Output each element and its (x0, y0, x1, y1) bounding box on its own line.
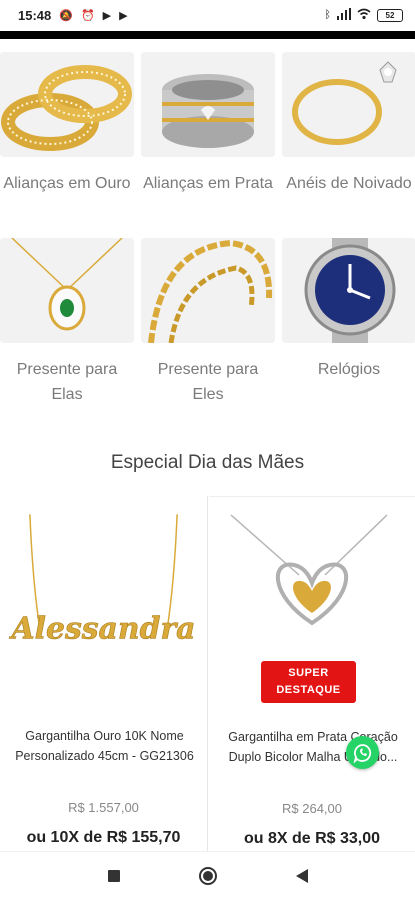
product-image: Alessandra (0, 504, 207, 664)
status-time: 15:48 (18, 7, 52, 23)
product-card[interactable]: Alessandra Gargantilha Ouro 10K Nome Per… (0, 496, 208, 856)
gold-rings-image (0, 52, 134, 157)
product-old-price: R$ 1.557,00 (68, 800, 139, 815)
product-name[interactable]: Gargantilha em Prata Coração Duplo Bicol… (217, 727, 409, 767)
category-relogios[interactable]: Relógios (282, 238, 415, 382)
battery-icon: 52 (377, 8, 403, 22)
section-title: Especial Dia das Mães (110, 452, 305, 473)
play-icon: ▶ (119, 9, 128, 22)
back-triangle-icon (295, 869, 308, 883)
category-presente-elas[interactable]: Presente para Elas (0, 238, 134, 407)
status-bar: 15:48 🔕 ⏰ ▶ ▶ ᛒ 52 (0, 0, 415, 30)
product-card[interactable]: SUPER DESTAQUE Gargantilha em Prata Cora… (209, 496, 415, 856)
product-pendant-text: Alessandra (8, 612, 195, 647)
category-label: Alianças em Ouro (3, 175, 131, 192)
super-destaque-badge: SUPER DESTAQUE (261, 661, 356, 703)
watch-image (282, 238, 415, 343)
chain-image (141, 238, 275, 343)
header-bar (0, 31, 415, 39)
recents-button[interactable] (102, 864, 126, 888)
signal-icon (337, 7, 351, 23)
alarm-icon: ⏰ (80, 9, 95, 22)
category-label: Relógios (317, 361, 381, 378)
category-aneis-noivado[interactable]: Anéis de Noivado (282, 52, 415, 196)
category-label: Presente para Eles (157, 361, 259, 403)
wifi-icon (357, 8, 371, 23)
whatsapp-icon (353, 743, 371, 763)
category-label: Presente para Elas (16, 361, 118, 403)
product-installments: ou 8X de R$ 33,00 (243, 830, 381, 847)
square-icon (107, 870, 120, 882)
circle-icon (198, 867, 217, 885)
system-nav-bar (0, 851, 415, 900)
product-image (209, 505, 415, 665)
play-icon: ▶ (102, 9, 112, 22)
product-old-price: R$ 264,00 (282, 801, 342, 816)
category-label: Anéis de Noivado (286, 175, 412, 192)
notification-off-icon: 🔕 (59, 9, 73, 22)
silver-rings-image (141, 52, 275, 157)
bluetooth-icon: ᛒ (324, 9, 331, 21)
back-button[interactable] (290, 864, 314, 888)
category-label: Alianças em Prata (143, 175, 273, 192)
necklace-image (0, 238, 134, 343)
engagement-ring-image (282, 52, 415, 157)
category-presente-eles[interactable]: Presente para Eles (141, 238, 275, 407)
category-aliancas-ouro[interactable]: Alianças em Ouro (0, 52, 134, 196)
category-aliancas-prata[interactable]: Alianças em Prata (141, 52, 275, 196)
product-installments: ou 10X de R$ 155,70 (26, 829, 181, 846)
product-name[interactable]: Gargantilha Ouro 10K Nome Personalizado … (8, 726, 201, 766)
whatsapp-button[interactable] (346, 736, 379, 769)
home-button[interactable] (196, 864, 220, 888)
